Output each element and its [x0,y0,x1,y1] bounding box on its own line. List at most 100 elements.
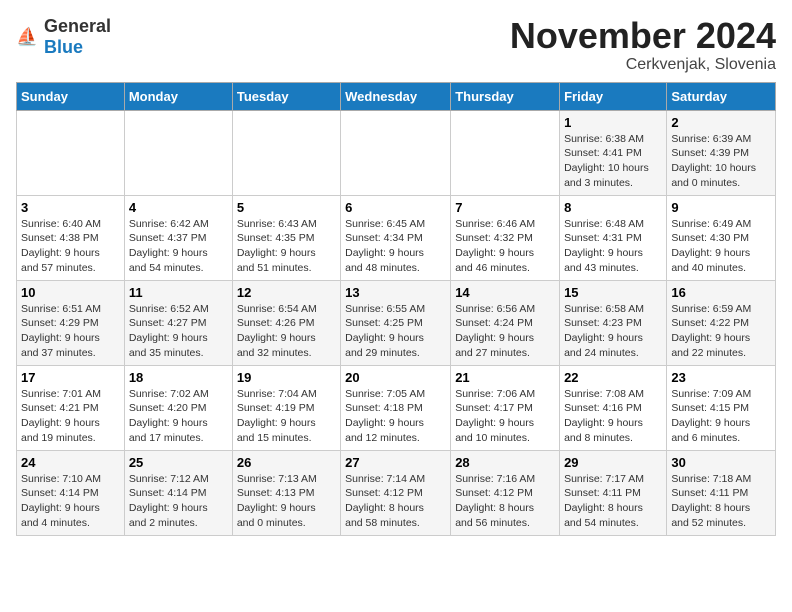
day-cell: 28 Sunrise: 7:16 AM Sunset: 4:12 PM Dayli… [451,450,560,535]
weekday-header-saturday: Saturday [667,82,776,110]
day-info: Sunrise: 7:16 AM Sunset: 4:12 PM Dayligh… [455,472,555,531]
day-number: 3 [21,200,120,215]
week-row-2: 3 Sunrise: 6:40 AM Sunset: 4:38 PM Daylig… [17,195,776,280]
day-info: Sunrise: 6:58 AM Sunset: 4:23 PM Dayligh… [564,302,662,361]
day-info: Sunrise: 6:38 AM Sunset: 4:41 PM Dayligh… [564,132,662,191]
day-number: 10 [21,285,120,300]
day-cell: 23 Sunrise: 7:09 AM Sunset: 4:15 PM Dayli… [667,365,776,450]
logo-icon: ⛵ [16,25,40,49]
day-info: Sunrise: 6:45 AM Sunset: 4:34 PM Dayligh… [345,217,446,276]
day-number: 2 [671,115,771,130]
day-number: 21 [455,370,555,385]
logo-blue: Blue [44,37,83,57]
day-info: Sunrise: 6:51 AM Sunset: 4:29 PM Dayligh… [21,302,120,361]
day-number: 30 [671,455,771,470]
day-number: 27 [345,455,446,470]
day-info: Sunrise: 7:09 AM Sunset: 4:15 PM Dayligh… [671,387,771,446]
day-cell: 7 Sunrise: 6:46 AM Sunset: 4:32 PM Daylig… [451,195,560,280]
weekday-header-sunday: Sunday [17,82,125,110]
day-number: 6 [345,200,446,215]
day-info: Sunrise: 6:55 AM Sunset: 4:25 PM Dayligh… [345,302,446,361]
weekday-header-thursday: Thursday [451,82,560,110]
day-info: Sunrise: 6:54 AM Sunset: 4:26 PM Dayligh… [237,302,336,361]
day-number: 12 [237,285,336,300]
day-number: 17 [21,370,120,385]
day-cell: 21 Sunrise: 7:06 AM Sunset: 4:17 PM Dayli… [451,365,560,450]
logo-general: General [44,16,111,36]
day-cell: 8 Sunrise: 6:48 AM Sunset: 4:31 PM Daylig… [560,195,667,280]
day-number: 24 [21,455,120,470]
svg-text:⛵: ⛵ [16,27,38,47]
weekday-header-monday: Monday [124,82,232,110]
day-number: 15 [564,285,662,300]
day-cell: 19Sunrise: 7:04 AM Sunset: 4:19 PM Dayli… [232,365,340,450]
day-cell [341,110,451,195]
day-info: Sunrise: 6:40 AM Sunset: 4:38 PM Dayligh… [21,217,120,276]
day-info: Sunrise: 7:14 AM Sunset: 4:12 PM Dayligh… [345,472,446,531]
day-number: 23 [671,370,771,385]
day-cell: 25Sunrise: 7:12 AM Sunset: 4:14 PM Dayli… [124,450,232,535]
day-number: 20 [345,370,446,385]
day-cell: 11Sunrise: 6:52 AM Sunset: 4:27 PM Dayli… [124,280,232,365]
day-number: 18 [129,370,228,385]
calendar-title: November 2024 [510,16,776,56]
day-cell: 2Sunrise: 6:39 AM Sunset: 4:39 PM Daylig… [667,110,776,195]
day-info: Sunrise: 7:06 AM Sunset: 4:17 PM Dayligh… [455,387,555,446]
week-row-4: 17 Sunrise: 7:01 AM Sunset: 4:21 PM Dayli… [17,365,776,450]
day-number: 8 [564,200,662,215]
day-cell [451,110,560,195]
day-info: Sunrise: 6:49 AM Sunset: 4:30 PM Dayligh… [671,217,771,276]
day-number: 22 [564,370,662,385]
calendar-subtitle: Cerkvenjak, Slovenia [510,56,776,74]
day-number: 7 [455,200,555,215]
day-info: Sunrise: 7:18 AM Sunset: 4:11 PM Dayligh… [671,472,771,531]
day-info: Sunrise: 6:42 AM Sunset: 4:37 PM Dayligh… [129,217,228,276]
day-cell: 27 Sunrise: 7:14 AM Sunset: 4:12 PM Dayli… [341,450,451,535]
page-header: ⛵ General Blue November 2024 Cerkvenjak,… [16,16,776,74]
day-info: Sunrise: 7:01 AM Sunset: 4:21 PM Dayligh… [21,387,120,446]
day-number: 9 [671,200,771,215]
calendar-table: SundayMondayTuesdayWednesdayThursdayFrid… [16,82,776,536]
day-info: Sunrise: 7:05 AM Sunset: 4:18 PM Dayligh… [345,387,446,446]
day-info: Sunrise: 7:17 AM Sunset: 4:11 PM Dayligh… [564,472,662,531]
day-number: 16 [671,285,771,300]
day-cell [17,110,125,195]
day-info: Sunrise: 6:46 AM Sunset: 4:32 PM Dayligh… [455,217,555,276]
day-number: 29 [564,455,662,470]
day-info: Sunrise: 6:56 AM Sunset: 4:24 PM Dayligh… [455,302,555,361]
day-number: 13 [345,285,446,300]
day-cell: 30 Sunrise: 7:18 AM Sunset: 4:11 PM Dayli… [667,450,776,535]
day-cell: 10 Sunrise: 6:51 AM Sunset: 4:29 PM Dayli… [17,280,125,365]
day-number: 4 [129,200,228,215]
day-info: Sunrise: 7:10 AM Sunset: 4:14 PM Dayligh… [21,472,120,531]
day-cell: 1 Sunrise: 6:38 AM Sunset: 4:41 PM Daylig… [560,110,667,195]
day-number: 19 [237,370,336,385]
day-cell: 15 Sunrise: 6:58 AM Sunset: 4:23 PM Dayli… [560,280,667,365]
day-cell [124,110,232,195]
day-cell: 13 Sunrise: 6:55 AM Sunset: 4:25 PM Dayli… [341,280,451,365]
day-info: Sunrise: 6:43 AM Sunset: 4:35 PM Dayligh… [237,217,336,276]
day-number: 25 [129,455,228,470]
day-info: Sunrise: 6:59 AM Sunset: 4:22 PM Dayligh… [671,302,771,361]
day-info: Sunrise: 7:13 AM Sunset: 4:13 PM Dayligh… [237,472,336,531]
day-cell: 3 Sunrise: 6:40 AM Sunset: 4:38 PM Daylig… [17,195,125,280]
week-row-3: 10 Sunrise: 6:51 AM Sunset: 4:29 PM Dayli… [17,280,776,365]
day-number: 11 [129,285,228,300]
day-cell: 18 Sunrise: 7:02 AM Sunset: 4:20 PM Dayli… [124,365,232,450]
day-cell: 17 Sunrise: 7:01 AM Sunset: 4:21 PM Dayli… [17,365,125,450]
day-info: Sunrise: 7:08 AM Sunset: 4:16 PM Dayligh… [564,387,662,446]
day-number: 1 [564,115,662,130]
day-cell: 12 Sunrise: 6:54 AM Sunset: 4:26 PM Dayli… [232,280,340,365]
day-cell: 9 Sunrise: 6:49 AM Sunset: 4:30 PM Daylig… [667,195,776,280]
day-cell: 16 Sunrise: 6:59 AM Sunset: 4:22 PM Dayli… [667,280,776,365]
day-info: Sunrise: 6:48 AM Sunset: 4:31 PM Dayligh… [564,217,662,276]
day-cell: 4 Sunrise: 6:42 AM Sunset: 4:37 PM Daylig… [124,195,232,280]
day-cell: 14 Sunrise: 6:56 AM Sunset: 4:24 PM Dayli… [451,280,560,365]
day-cell [232,110,340,195]
weekday-header-wednesday: Wednesday [341,82,451,110]
day-cell: 29 Sunrise: 7:17 AM Sunset: 4:11 PM Dayli… [560,450,667,535]
day-info: Sunrise: 7:02 AM Sunset: 4:20 PM Dayligh… [129,387,228,446]
day-number: 28 [455,455,555,470]
day-number: 14 [455,285,555,300]
logo: ⛵ General Blue [16,16,111,58]
